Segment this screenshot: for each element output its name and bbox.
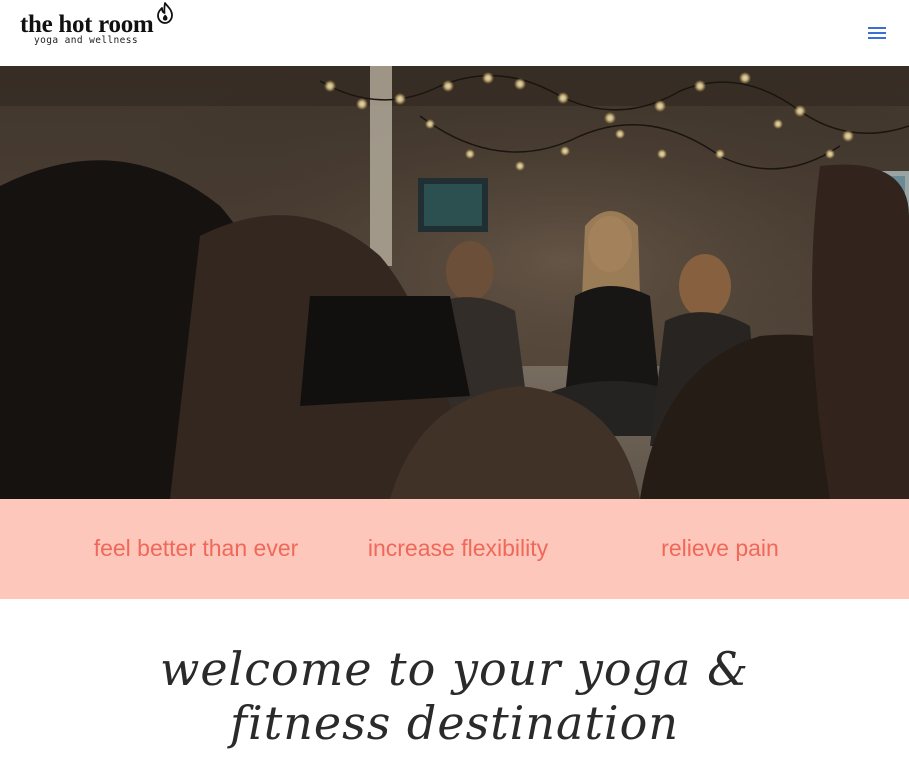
yoga-class-photo — [0, 66, 909, 499]
logo-title: the hot room — [20, 11, 154, 38]
benefit-increase-flexibility: increase flexibility — [367, 535, 549, 561]
hamburger-menu-icon[interactable] — [866, 24, 890, 44]
benefit-relieve-pain: relieve pain — [661, 535, 779, 561]
benefits-band: feel better than ever increase flexibili… — [0, 499, 909, 599]
site-header: the hot room yoga and wellness — [0, 0, 909, 66]
site-logo[interactable]: the hot room yoga and wellness — [20, 2, 180, 52]
flame-icon — [157, 2, 173, 24]
benefit-feel-better: feel better than ever — [93, 535, 299, 561]
hero-image — [0, 66, 909, 499]
welcome-heading: welcome to your yoga & fitness destinati… — [159, 642, 750, 750]
logo-subtitle: yoga and wellness — [34, 35, 139, 46]
